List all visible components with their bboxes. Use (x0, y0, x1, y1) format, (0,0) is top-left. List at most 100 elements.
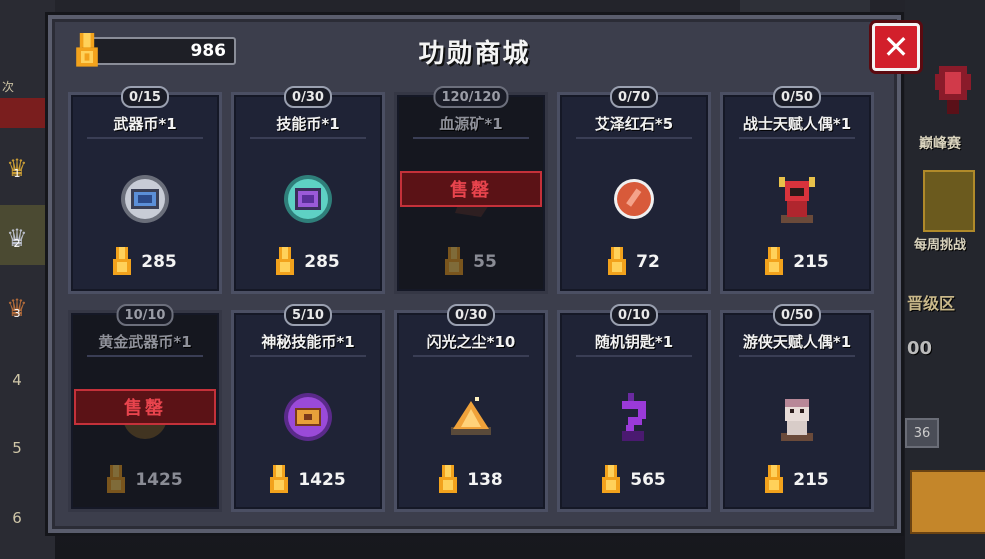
shop-item-random-key[interactable]: 0/10 随机钥匙*1 565 (557, 304, 711, 512)
shop-item-ranger-doll[interactable]: 0/50 游侠天赋人偶*1 215 (720, 304, 874, 512)
price-value: 72 (636, 252, 660, 272)
shop-item-warrior-doll[interactable]: 0/50 战士天赋人偶*1 215 (720, 86, 874, 294)
item-name: 神秘技能币*1 (261, 333, 355, 351)
item-price: 285 (234, 247, 382, 277)
peak-label[interactable]: 巅峰赛 (919, 133, 961, 153)
close-icon: ✕ (882, 28, 910, 66)
weekly-challenge-icon (923, 170, 975, 232)
item-name: 武器币*1 (113, 115, 177, 133)
weapon-coin-icon (121, 175, 169, 223)
peak-trophy-icon (935, 66, 971, 114)
item-price: 285 (71, 247, 219, 277)
purchase-count: 0/15 (121, 86, 169, 108)
flash-dust-icon (451, 397, 491, 435)
purchase-count: 0/10 (610, 304, 658, 326)
item-name: 血源矿*1 (439, 115, 503, 133)
rank-5: 5 (12, 439, 22, 457)
purchase-count: 0/50 (773, 86, 821, 108)
merit-shop-modal: 986 功勋商城 ✕ 0/15 武器币*1 285 0/30 技能币*1 285… (48, 15, 920, 533)
purchase-count: 0/30 (447, 304, 495, 326)
shop-title: 功勋商城 (418, 39, 531, 69)
shop-item-skill-coin[interactable]: 0/30 技能币*1 285 (231, 86, 385, 294)
rank-2: 2 (13, 236, 21, 250)
sold-out-banner: 售罄 (400, 171, 542, 207)
item-name: 黄金武器币*1 (98, 333, 192, 351)
item-price: 55 (397, 247, 545, 277)
shop-item-grid: 0/15 武器币*1 285 0/30 技能币*1 285 120/120 血源… (68, 86, 880, 522)
item-price: 1425 (71, 465, 219, 495)
price-value: 138 (467, 470, 503, 490)
shop-item-flash-dust[interactable]: 0/30 闪光之尘*10 138 (394, 304, 548, 512)
item-price: 565 (560, 465, 708, 495)
merit-medal-icon (608, 247, 627, 275)
rank-1: 1 (13, 166, 21, 180)
shop-item-gold-weapon-coin[interactable]: 10/10 黄金武器币*1 售罄 1425 (68, 304, 222, 512)
top-decoration (740, 0, 870, 16)
merit-medal-icon (602, 465, 621, 493)
red-stone-icon (614, 179, 654, 219)
side-box: 36 (905, 418, 939, 448)
skill-coin-icon (284, 175, 332, 223)
mystery-skill-coin-icon (284, 393, 332, 441)
merit-medal-icon (107, 465, 126, 493)
item-price: 72 (560, 247, 708, 277)
promotion-label: 晋级区 (907, 294, 956, 313)
divider (576, 355, 692, 357)
price-value: 285 (141, 252, 177, 272)
rank-6: 6 (12, 509, 22, 527)
shop-item-blood-ore[interactable]: 120/120 血源矿*1 售罄 55 (394, 86, 548, 294)
purchase-count: 0/70 (610, 86, 658, 108)
item-price: 1425 (234, 465, 382, 495)
merit-medal-icon (765, 465, 784, 493)
divider (576, 137, 692, 139)
item-name: 闪光之尘*10 (426, 333, 516, 351)
merit-medal-icon (113, 247, 132, 275)
divider (87, 137, 203, 139)
item-name: 随机钥匙*1 (594, 333, 674, 351)
close-button[interactable]: ✕ (872, 23, 920, 71)
item-name: 技能币*1 (276, 115, 340, 133)
merit-medal-icon (765, 247, 784, 275)
merit-medal-icon (270, 465, 289, 493)
weekly-challenge-label[interactable]: 每周挑战 (914, 234, 966, 253)
warrior-doll-icon (779, 177, 815, 223)
purchase-count: 0/50 (773, 304, 821, 326)
promotion-value: 00 (907, 338, 933, 359)
item-price: 215 (723, 465, 871, 495)
divider (250, 355, 366, 357)
divider (739, 137, 855, 139)
item-price: 138 (397, 465, 545, 495)
price-value: 1425 (135, 470, 183, 490)
item-price: 215 (723, 247, 871, 277)
item-name: 战士天赋人偶*1 (742, 115, 852, 133)
right-side-panel: 巅峰赛 每周挑战 晋级区 00 36 (905, 0, 985, 559)
shop-item-red-stone[interactable]: 0/70 艾泽红石*5 72 (557, 86, 711, 294)
divider (250, 137, 366, 139)
rank-4: 4 (12, 371, 22, 389)
selected-rank-strip (0, 98, 48, 128)
sold-out-banner: 售罄 (74, 389, 216, 425)
merit-medal-icon (439, 465, 458, 493)
item-name: 游侠天赋人偶*1 (742, 333, 852, 351)
divider (739, 355, 855, 357)
side-gold-button[interactable] (910, 470, 985, 534)
price-value: 55 (473, 252, 497, 272)
shop-item-mystery-skill-coin[interactable]: 5/10 神秘技能币*1 1425 (231, 304, 385, 512)
purchase-count: 120/120 (433, 86, 509, 108)
purchase-count: 10/10 (116, 304, 174, 326)
purchase-count: 5/10 (284, 304, 332, 326)
left-partial-text: 次 (2, 80, 15, 94)
price-value: 215 (793, 470, 829, 490)
price-value: 215 (793, 252, 829, 272)
merit-medal-icon (276, 247, 295, 275)
ranger-doll-icon (781, 399, 813, 441)
merit-medal-icon (445, 247, 464, 275)
price-value: 565 (630, 470, 666, 490)
shop-item-weapon-coin[interactable]: 0/15 武器币*1 285 (68, 86, 222, 294)
rank-3: 3 (13, 306, 21, 320)
price-value: 285 (304, 252, 340, 272)
divider (413, 137, 529, 139)
divider (413, 355, 529, 357)
left-rank-list: 次 ♛ 1 ♛ 2 ♛ 3 4 5 6 (0, 0, 55, 559)
purchase-count: 0/30 (284, 86, 332, 108)
